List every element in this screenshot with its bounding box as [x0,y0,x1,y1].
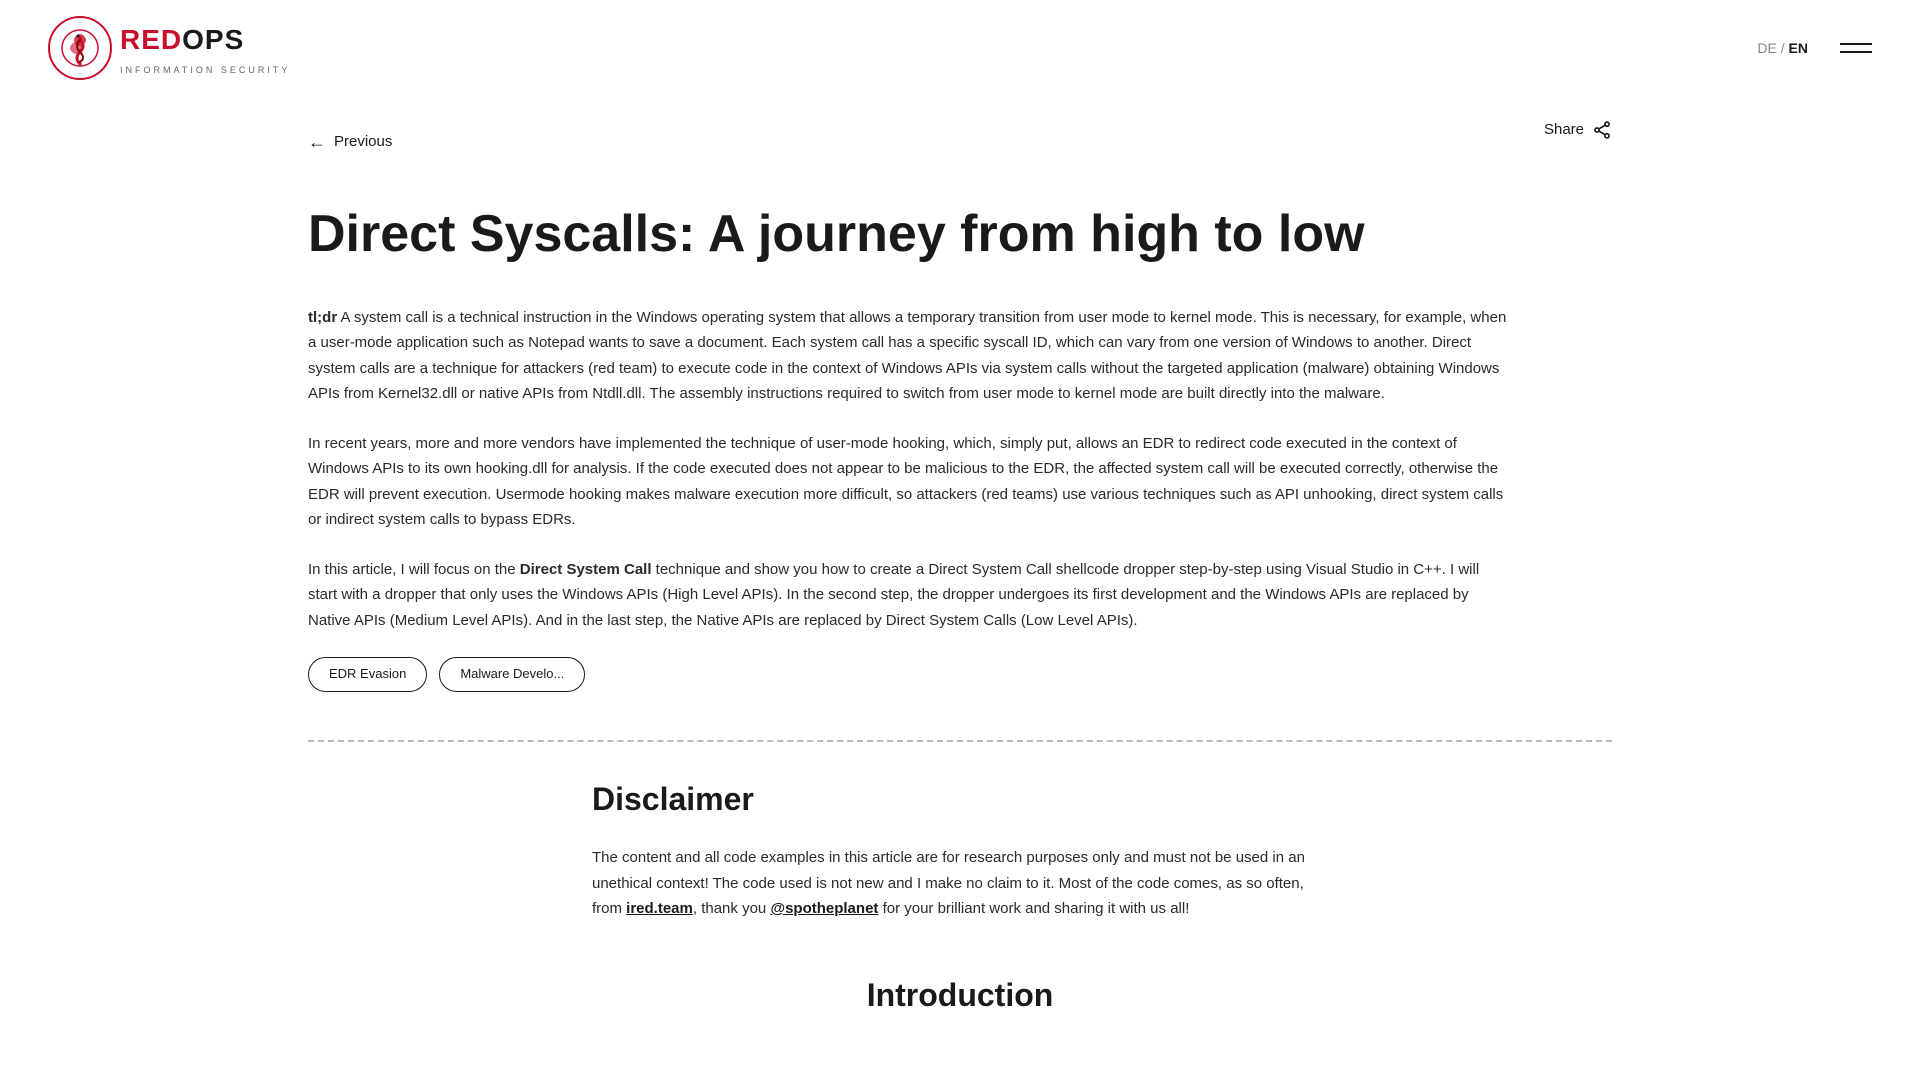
logo-red: RED [120,24,182,55]
paragraph-tldr: tl;dr A system call is a technical instr… [308,305,1508,407]
dashed-divider [308,740,1612,742]
navbar: REDOPS INFORMATION SECURITY DE / EN [0,0,1920,96]
hamburger-line-1 [1840,43,1872,45]
lang-en[interactable]: EN [1789,40,1808,56]
hamburger-line-2 [1840,51,1872,53]
paragraph-2: In recent years, more and more vendors h… [308,431,1508,533]
spotheplanet-link[interactable]: @spotheplanet [770,900,878,917]
logo-text: REDOPS INFORMATION SECURITY [120,18,290,77]
article-body: tl;dr A system call is a technical instr… [308,305,1508,634]
para3-bold: Direct System Call [520,561,652,578]
disclaimer-text-middle: , thank you [693,900,771,917]
tags-row: EDR Evasion Malware Develo... [308,657,1612,692]
logo-brand: REDOPS [120,18,290,63]
top-nav-row: ← Previous Share [308,128,1612,181]
nav-right: DE / EN [1757,37,1872,59]
logo-area[interactable]: REDOPS INFORMATION SECURITY [48,16,290,80]
tag-edr-evasion[interactable]: EDR Evasion [308,657,427,692]
lang-separator: / [1777,40,1789,56]
lang-de[interactable]: DE [1757,40,1776,56]
hamburger-menu[interactable] [1840,43,1872,53]
introduction-title: Introduction [592,970,1328,1021]
disclaimer-text-after: for your brilliant work and sharing it w… [878,900,1189,917]
logo-circle [48,16,112,80]
article-title: Direct Syscalls: A journey from high to … [308,205,1408,265]
tag-malware-dev[interactable]: Malware Develo... [439,657,585,692]
previous-button[interactable]: ← Previous [308,128,392,157]
para3-text-before: In this article, I will focus on the [308,561,520,578]
lang-switcher[interactable]: DE / EN [1757,37,1808,59]
share-label: Share [1544,118,1584,142]
paragraph-3: In this article, I will focus on the Dir… [308,557,1508,634]
share-icon [1592,120,1612,140]
disclaimer-section: Disclaimer The content and all code exam… [560,774,1360,1021]
tldr-label: tl;dr [308,309,337,326]
previous-label: Previous [334,130,392,154]
logo-subtitle: INFORMATION SECURITY [120,63,290,77]
share-button[interactable]: Share [1544,118,1612,142]
ired-team-link[interactable]: ired.team [626,900,693,917]
disclaimer-body: The content and all code examples in thi… [592,845,1328,922]
tldr-text: A system call is a technical instruction… [308,309,1506,403]
main-content: ← Previous Share Direct Syscalls: A jour… [260,96,1660,1053]
logo-ops: OPS [182,24,244,55]
disclaimer-title: Disclaimer [592,774,1328,825]
logo-snake-icon [56,24,104,72]
back-arrow-icon: ← [308,128,326,157]
